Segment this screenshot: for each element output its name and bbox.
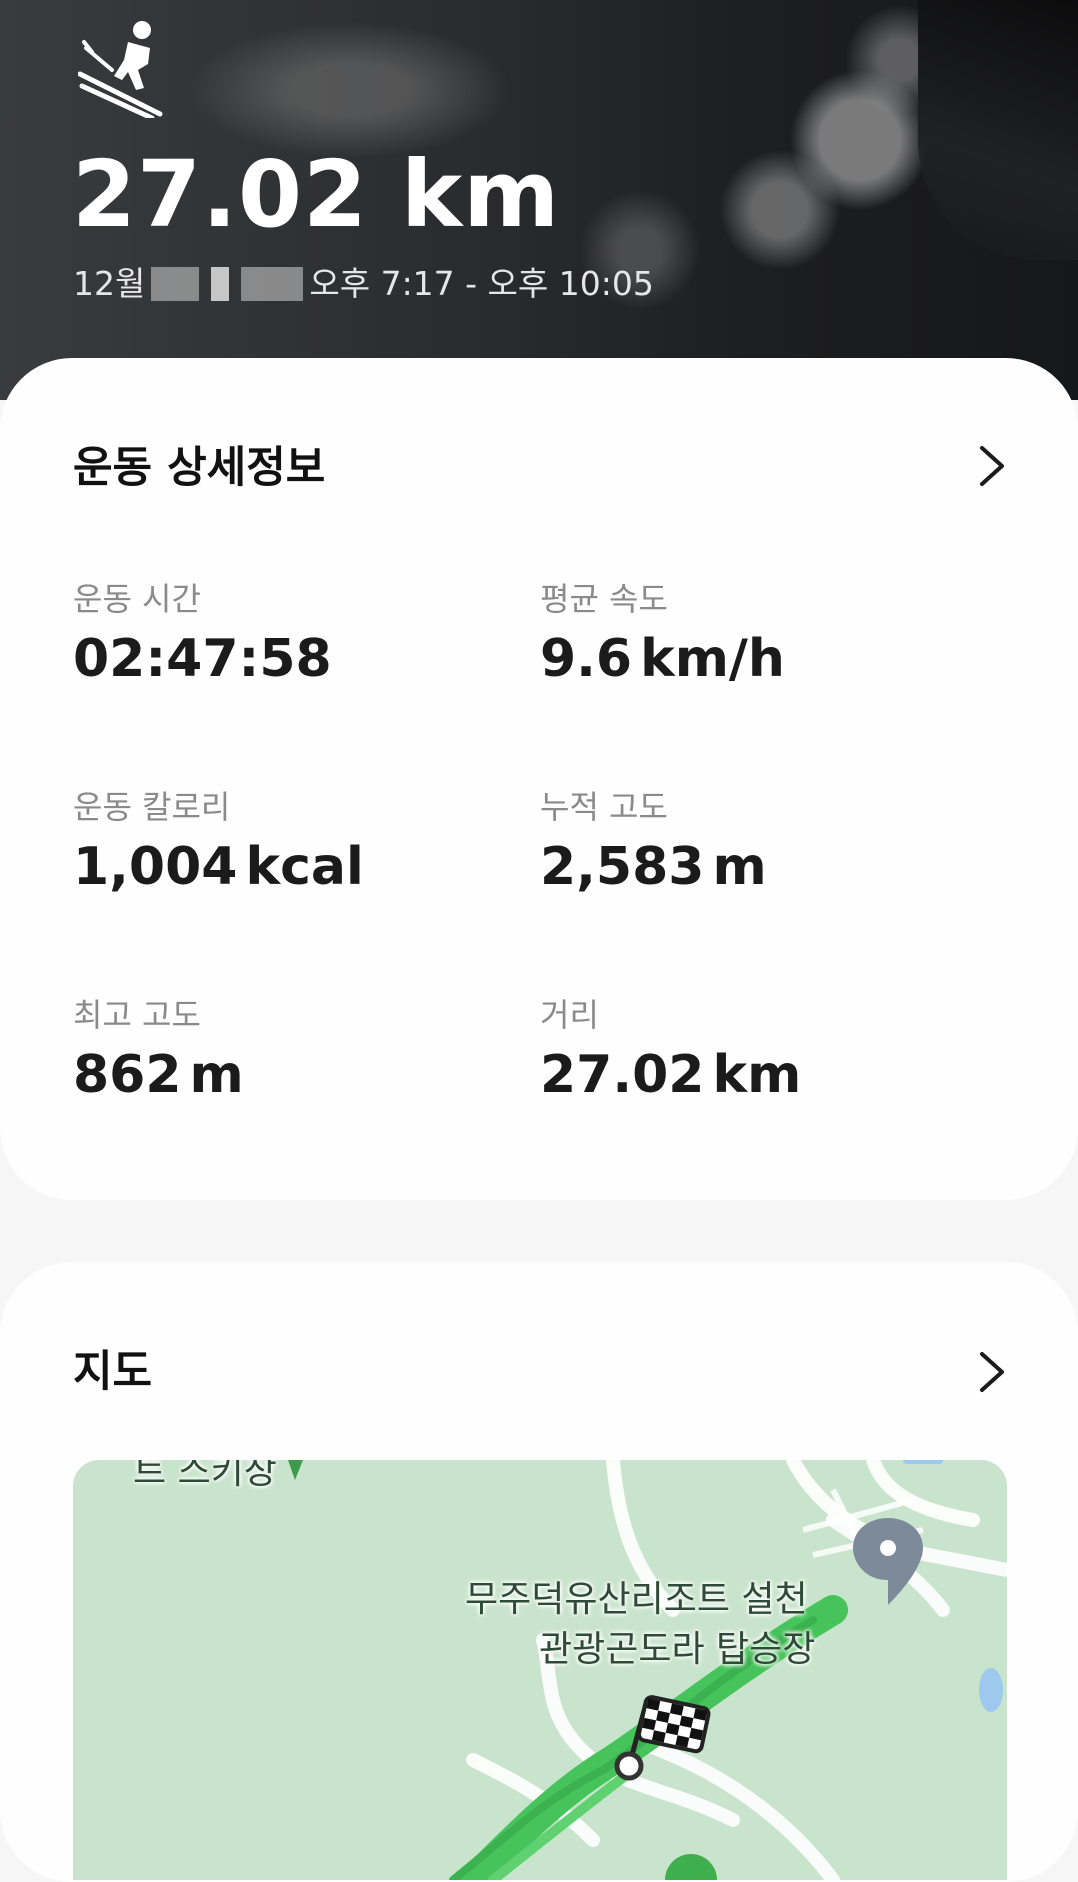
stat-distance: 거리 27.02 km — [540, 994, 960, 1108]
time-range: 오후 7:17 - 오후 10:05 — [309, 264, 654, 303]
stat-number: 862 — [73, 1045, 182, 1105]
stat-number: 02:47:58 — [73, 629, 332, 689]
stat-cumulative-elevation: 누적 고도 2,583 m — [540, 786, 960, 900]
poi-marker-icon — [288, 1460, 303, 1480]
water-area — [979, 1668, 1003, 1712]
workout-date-time: 12월 오후 7:17 - 오후 10:05 — [73, 262, 654, 306]
stat-label: 평균 속도 — [540, 580, 668, 618]
redacted-date — [211, 267, 230, 301]
skiing-icon — [78, 21, 163, 118]
stat-label: 운동 칼로리 — [73, 788, 231, 826]
map-label-place-line1: 무주덕유산리조트 설천 — [465, 1579, 808, 1620]
redacted-date — [151, 267, 200, 301]
total-distance: 27.02 km — [72, 141, 561, 248]
start-marker-icon — [665, 1854, 717, 1880]
chevron-right-icon[interactable] — [974, 1350, 1008, 1394]
workout-details-card: 운동 상세정보 운동 시간 02:47:58 평균 속도 9.6 km/h 운동 … — [0, 358, 1078, 1200]
stat-workout-time: 운동 시간 02:47:58 — [73, 578, 493, 692]
stat-value: 27.02 km — [540, 1042, 960, 1108]
stat-label: 누적 고도 — [540, 788, 668, 826]
stat-label: 운동 시간 — [73, 580, 201, 618]
stat-value: 02:47:58 — [73, 626, 493, 692]
stat-value: 1,004 kcal — [73, 834, 493, 900]
stat-unit: km — [712, 1045, 802, 1105]
stat-label: 최고 고도 — [73, 996, 201, 1034]
route-map[interactable]: 트 스키장 무주덕유산리조트 설천 관광곤도라 탑승장 — [73, 1460, 1007, 1880]
stat-calories: 운동 칼로리 1,004 kcal — [73, 786, 493, 900]
details-title: 운동 상세정보 — [73, 443, 326, 493]
stat-number: 2,583 — [540, 837, 705, 897]
location-pin-icon — [853, 1518, 923, 1605]
stat-unit: km/h — [640, 629, 785, 689]
map-label-place-line2: 관광곤도라 탑승장 — [539, 1629, 816, 1670]
map-label-ski-resort: 트 스키장 — [133, 1460, 277, 1492]
redacted-weekday — [241, 267, 304, 301]
hero-background-shape — [918, 0, 1078, 260]
stat-number: 9.6 — [540, 629, 633, 689]
stat-unit: m — [189, 1045, 244, 1105]
stat-number: 27.02 — [540, 1045, 705, 1105]
stat-unit: kcal — [245, 837, 364, 897]
chevron-right-icon[interactable] — [974, 444, 1008, 488]
stat-value: 9.6 km/h — [540, 626, 960, 692]
stat-value: 862 m — [73, 1042, 493, 1108]
hero-banner: 27.02 km 12월 오후 7:17 - 오후 10:05 — [0, 0, 1078, 400]
stat-unit: m — [712, 837, 767, 897]
stat-average-speed: 평균 속도 9.6 km/h — [540, 578, 960, 692]
stat-max-elevation: 최고 고도 862 m — [73, 994, 493, 1108]
stat-number: 1,004 — [73, 837, 238, 897]
date-month: 12월 — [73, 264, 146, 303]
map-title: 지도 — [73, 1347, 153, 1397]
stat-label: 거리 — [540, 996, 599, 1034]
stat-value: 2,583 m — [540, 834, 960, 900]
